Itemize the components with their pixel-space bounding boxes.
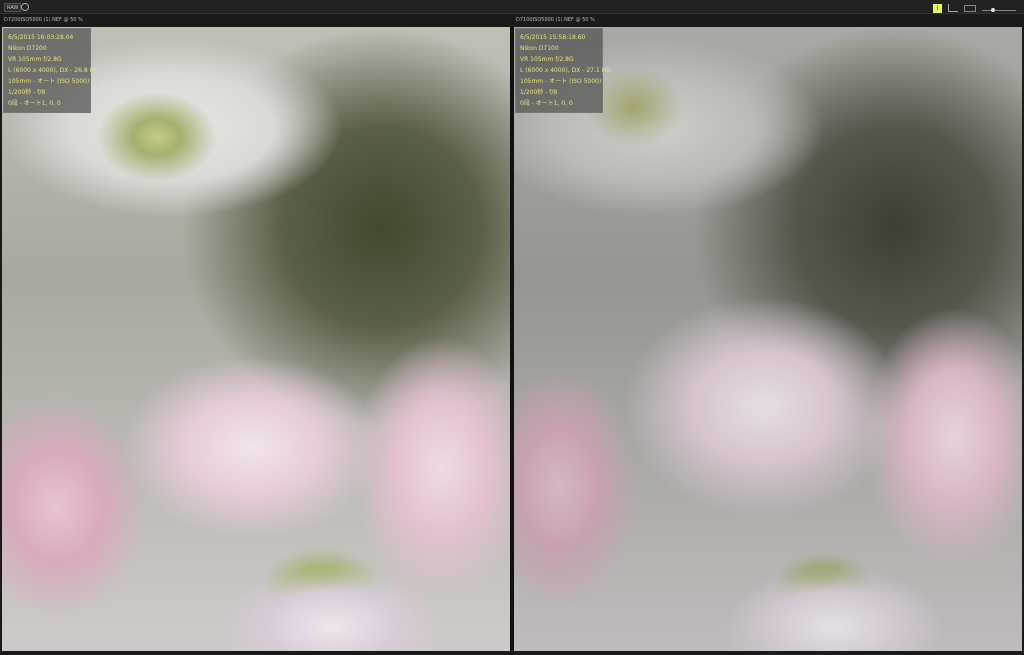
right-filename: D7100ISO5000 (1).NEF @ 50 % (516, 17, 595, 23)
zoom-slider-thumb[interactable] (991, 8, 995, 12)
compare-view-icon[interactable] (964, 4, 976, 12)
info-focal-iso: 105mm - オート (ISO 5000) (8, 78, 90, 85)
info-exposure: 1/200秒 - f/8 (8, 89, 46, 96)
info-camera: Nikon D7100 (520, 45, 559, 52)
info-compensation: 0段 - オート1, 0, 0 (520, 100, 573, 107)
info-focal-iso: 105mm - オート (ISO 5000) (520, 78, 602, 85)
info-datetime: 6/5/2015 15:58:18.60 (520, 34, 586, 41)
info-lens: VR 105mm f/2.8G (520, 56, 574, 63)
info-datetime: 6/5/2015 16:03:28.04 (8, 34, 74, 41)
left-filename: D7200ISO5000 (1).NEF @ 50 % (4, 17, 83, 23)
info-compensation: 0段 - オート1, 0, 0 (8, 100, 61, 107)
info-size: L (6000 x 4000), DX - 26.8 MB (8, 67, 99, 74)
refresh-icon[interactable] (21, 3, 29, 11)
left-info-overlay: 6/5/2015 16:03:28.04 Nikon D7200 VR 105m… (3, 28, 99, 113)
zoom-slider-track (982, 10, 1016, 11)
raw-button[interactable]: RAW (4, 3, 22, 12)
info-lens: VR 105mm f/2.8G (8, 56, 62, 63)
histogram-icon[interactable] (948, 4, 958, 12)
right-info-overlay: 6/5/2015 15:58:18.60 Nikon D7100 VR 105m… (515, 28, 611, 113)
info-camera: Nikon D7200 (8, 45, 47, 52)
right-image-viewer[interactable]: 6/5/2015 15:58:18.60 Nikon D7100 VR 105m… (514, 27, 1022, 651)
info-exposure: 1/200秒 - f/8 (520, 89, 558, 96)
info-size: L (6000 x 4000), DX - 27.1 MB (520, 67, 611, 74)
zoom-slider[interactable] (982, 3, 1016, 13)
toolbar: RAW i (0, 0, 1024, 14)
info-toggle-button[interactable]: i (933, 3, 942, 13)
left-image-viewer[interactable]: 6/5/2015 16:03:28.04 Nikon D7200 VR 105m… (2, 27, 510, 651)
toolbar-right: i (933, 3, 1016, 13)
